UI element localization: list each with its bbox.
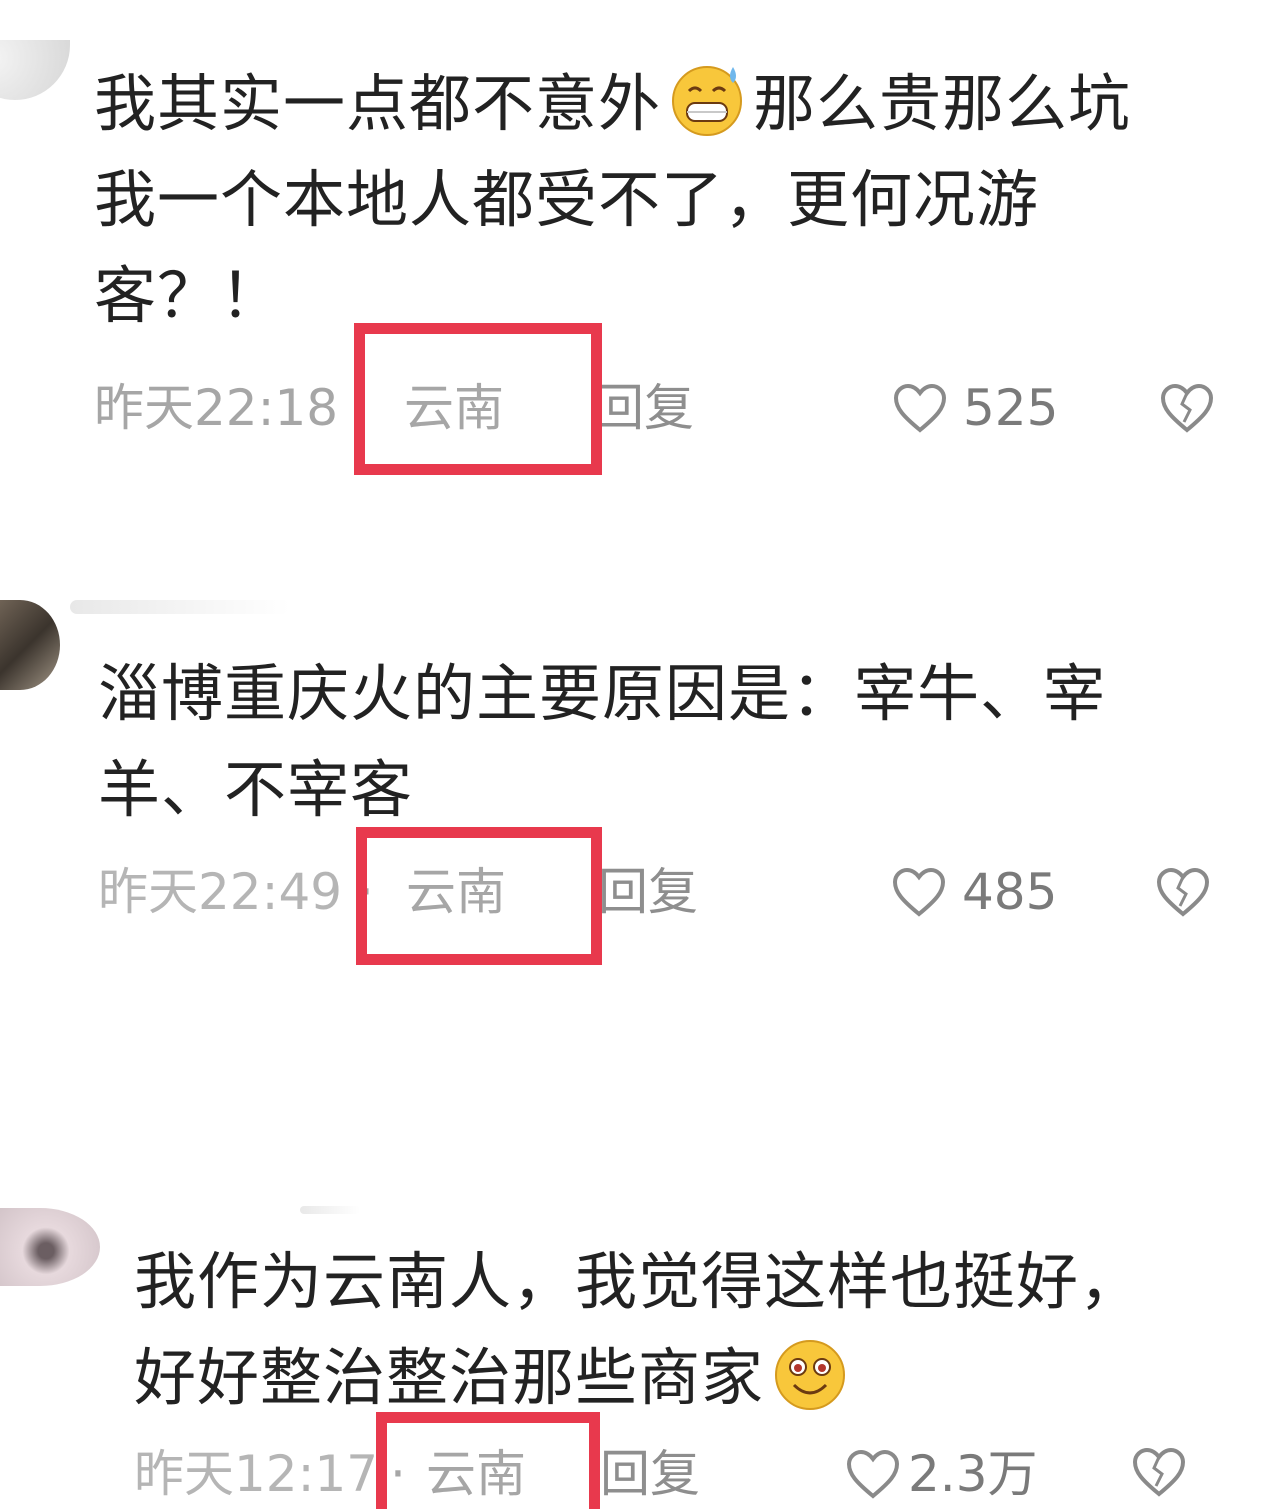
reply-button[interactable]: 回复 bbox=[594, 378, 694, 438]
comment-meta: 昨天12:17 · 云南 回复 bbox=[134, 1444, 834, 1504]
comment-meta: 昨天22:18 · 云南 回复 bbox=[94, 378, 794, 438]
timestamp: 昨天22:49 bbox=[98, 863, 343, 921]
location-label: 云南 bbox=[404, 379, 504, 437]
comment-2: 淄博重庆火的主要原因是：宰牛、宰 羊、不宰客 昨天22:49 · 云南 回复 4… bbox=[0, 590, 1280, 1030]
like-button[interactable]: 525 bbox=[893, 378, 1093, 438]
smile-emoji-icon bbox=[775, 1340, 846, 1410]
reply-button[interactable]: 回复 bbox=[598, 862, 698, 922]
reply-button[interactable]: 回复 bbox=[600, 1444, 700, 1504]
heart-icon bbox=[846, 1450, 900, 1499]
location-label: 云南 bbox=[406, 863, 506, 921]
username-blurred bbox=[70, 600, 290, 614]
avatar[interactable] bbox=[0, 40, 70, 100]
like-count: 2.3万 bbox=[908, 1445, 1038, 1503]
location-label: 云南 bbox=[426, 1445, 526, 1503]
comment-text: 淄博重庆火的主要原因是：宰牛、宰 羊、不宰客 bbox=[98, 657, 1107, 826]
broken-heart-icon[interactable] bbox=[1160, 384, 1214, 434]
broken-heart-icon[interactable] bbox=[1132, 1448, 1186, 1498]
like-button[interactable]: 485 bbox=[892, 862, 1092, 922]
heart-icon bbox=[892, 868, 946, 917]
comment-3: 我作为云南人，我觉得这样也挺好， 好好整治整治那些商家 昨天12:17 · 云南… bbox=[0, 1200, 1280, 1509]
comment-text: 我作为云南人，我觉得这样也挺好， 好好整治整治那些商家 bbox=[134, 1245, 1143, 1414]
broken-heart-icon[interactable] bbox=[1156, 868, 1210, 918]
separator: · bbox=[390, 1445, 406, 1503]
avatar[interactable] bbox=[0, 600, 60, 690]
separator: · bbox=[358, 863, 374, 921]
username-blurred bbox=[300, 1206, 360, 1214]
sweat-grin-emoji-icon bbox=[672, 66, 743, 136]
like-button[interactable]: 2.3万 bbox=[846, 1444, 1066, 1504]
separator: · bbox=[352, 379, 368, 437]
comment-text: 我其实一点都不意外 那么贵那么坑 我一个本地人都受不了，更何况游 客？！ bbox=[94, 56, 1254, 344]
like-count: 485 bbox=[962, 863, 1058, 921]
comment-1: 我其实一点都不意外 那么贵那么坑 我一个本地人都受不了，更何况游 客？！ 昨天2… bbox=[0, 0, 1280, 520]
avatar[interactable] bbox=[0, 1208, 100, 1286]
like-count: 525 bbox=[963, 379, 1059, 437]
comment-meta: 昨天22:49 · 云南 回复 bbox=[98, 862, 798, 922]
timestamp: 昨天22:18 bbox=[94, 379, 339, 437]
heart-icon bbox=[893, 384, 947, 433]
timestamp: 昨天12:17 bbox=[134, 1445, 379, 1503]
